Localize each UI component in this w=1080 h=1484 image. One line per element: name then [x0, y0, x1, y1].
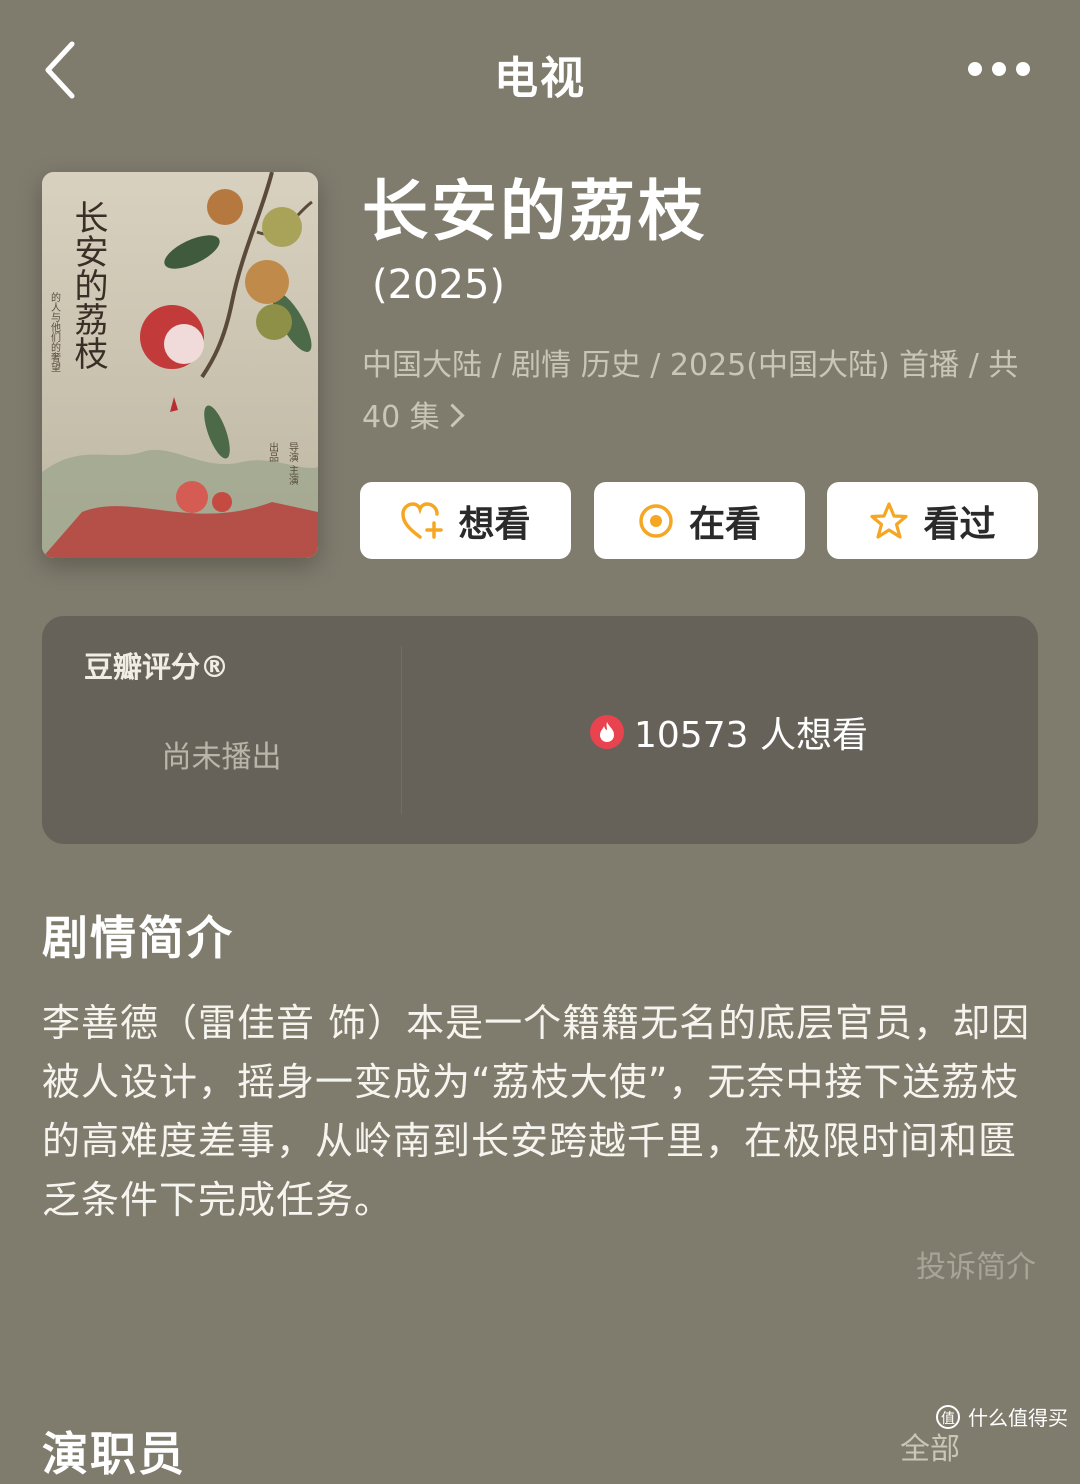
star-icon	[870, 501, 909, 539]
poster-title: 长安的荔枝	[68, 200, 108, 370]
want-to-watch-button[interactable]: 想看	[360, 482, 571, 559]
svg-text:的人与他们的奢望: 的人与他们的奢望	[49, 291, 61, 372]
poster-image[interactable]: 的人与他们的奢望 导演 主演 出品 长安的荔枝	[42, 172, 318, 558]
svg-text:出品: 出品	[267, 441, 279, 463]
cast-title: 演职员	[42, 1427, 186, 1481]
action-buttons: 想看 在看 看过	[360, 482, 1038, 559]
watched-button[interactable]: 看过	[827, 482, 1038, 559]
target-circle-icon	[639, 503, 673, 538]
douban-rating-label: 豆瓣评分®	[84, 650, 230, 684]
synopsis-title: 剧情简介	[42, 911, 234, 965]
want-count-text: 10573 人想看	[634, 715, 868, 756]
more-dots-icon	[968, 62, 982, 76]
watching-label: 在看	[688, 503, 761, 545]
watching-button[interactable]: 在看	[593, 482, 805, 559]
rating-card[interactable]: 豆瓣评分® 尚未播出 10573 人想看	[42, 616, 1038, 844]
svg-text:导演 主演: 导演 主演	[287, 442, 299, 486]
show-meta[interactable]: 中国大陆 / 剧情 历史 / 2025(中国大陆) 首播 / 共 40 集	[362, 340, 1042, 444]
want-to-watch-label: 想看	[458, 503, 531, 545]
page-title: 电视	[494, 53, 586, 104]
more-button[interactable]	[968, 58, 1030, 80]
synopsis-text: 李善德（雷佳音 饰）本是一个籍籍无名的底层官员，却因被人设计，摇身一变成为“荔枝…	[42, 1001, 1031, 1222]
watermark-text: 什么值得买	[968, 1406, 1068, 1430]
fire-icon	[590, 715, 624, 749]
watermark: 值 什么值得买	[936, 1402, 1068, 1431]
report-synopsis-link[interactable]: 投诉简介	[916, 1242, 1036, 1286]
episode-count: 40 集	[362, 400, 440, 435]
more-dots-icon	[992, 62, 1006, 76]
show-title: 长安的荔枝	[362, 173, 707, 250]
watermark-logo: 值	[936, 1404, 960, 1429]
rating-status: 尚未播出	[161, 740, 282, 775]
watched-label: 看过	[923, 503, 996, 545]
more-dots-icon	[1016, 62, 1030, 76]
heart-plus-icon	[401, 501, 444, 539]
show-year: (2025)	[372, 262, 506, 308]
want-count[interactable]: 10573 人想看	[590, 706, 868, 758]
chevron-right-icon[interactable]	[440, 403, 465, 428]
meta-line: 中国大陆 / 剧情 历史 / 2025(中国大陆) 首播 / 共	[362, 348, 1019, 383]
divider	[401, 646, 402, 814]
